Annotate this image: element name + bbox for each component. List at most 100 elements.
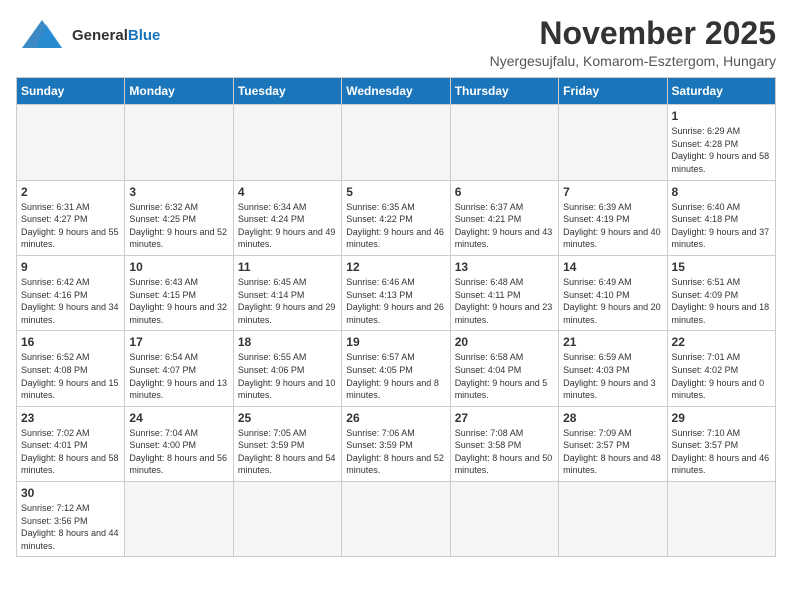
day-info: Sunrise: 7:01 AM Sunset: 4:02 PM Dayligh… [672,351,771,401]
day-cell-28: 28 Sunrise: 7:09 AM Sunset: 3:57 PM Dayl… [559,406,667,481]
header-wednesday: Wednesday [342,78,450,105]
day-number: 7 [563,185,662,199]
title-block: November 2025 Nyergesujfalu, Komarom-Esz… [490,16,776,69]
calendar-week-5: 23 Sunrise: 7:02 AM Sunset: 4:01 PM Dayl… [17,406,776,481]
day-number: 17 [129,335,228,349]
empty-cell [342,105,450,180]
day-cell-17: 17 Sunrise: 6:54 AM Sunset: 4:07 PM Dayl… [125,331,233,406]
day-info: Sunrise: 7:09 AM Sunset: 3:57 PM Dayligh… [563,427,662,477]
header-monday: Monday [125,78,233,105]
day-cell-26: 26 Sunrise: 7:06 AM Sunset: 3:59 PM Dayl… [342,406,450,481]
header-thursday: Thursday [450,78,558,105]
empty-cell [450,105,558,180]
calendar-week-3: 9 Sunrise: 6:42 AM Sunset: 4:16 PM Dayli… [17,255,776,330]
empty-cell [17,105,125,180]
calendar-week-4: 16 Sunrise: 6:52 AM Sunset: 4:08 PM Dayl… [17,331,776,406]
day-cell-3: 3 Sunrise: 6:32 AM Sunset: 4:25 PM Dayli… [125,180,233,255]
day-cell-6: 6 Sunrise: 6:37 AM Sunset: 4:21 PM Dayli… [450,180,558,255]
day-cell-2: 2 Sunrise: 6:31 AM Sunset: 4:27 PM Dayli… [17,180,125,255]
day-cell-10: 10 Sunrise: 6:43 AM Sunset: 4:15 PM Dayl… [125,255,233,330]
day-number: 1 [672,109,771,123]
page-header: GeneralBlue November 2025 Nyergesujfalu,… [16,16,776,69]
day-info: Sunrise: 6:32 AM Sunset: 4:25 PM Dayligh… [129,201,228,251]
day-number: 4 [238,185,337,199]
empty-cell [125,105,233,180]
day-info: Sunrise: 6:48 AM Sunset: 4:11 PM Dayligh… [455,276,554,326]
day-cell-8: 8 Sunrise: 6:40 AM Sunset: 4:18 PM Dayli… [667,180,775,255]
empty-cell [342,482,450,557]
day-number: 18 [238,335,337,349]
day-info: Sunrise: 7:08 AM Sunset: 3:58 PM Dayligh… [455,427,554,477]
day-info: Sunrise: 6:43 AM Sunset: 4:15 PM Dayligh… [129,276,228,326]
header-sunday: Sunday [17,78,125,105]
day-cell-19: 19 Sunrise: 6:57 AM Sunset: 4:05 PM Dayl… [342,331,450,406]
day-number: 25 [238,411,337,425]
day-info: Sunrise: 7:02 AM Sunset: 4:01 PM Dayligh… [21,427,120,477]
day-number: 23 [21,411,120,425]
logo: GeneralBlue [16,16,160,56]
day-number: 19 [346,335,445,349]
day-cell-24: 24 Sunrise: 7:04 AM Sunset: 4:00 PM Dayl… [125,406,233,481]
day-number: 6 [455,185,554,199]
empty-cell [667,482,775,557]
calendar-table: Sunday Monday Tuesday Wednesday Thursday… [16,77,776,557]
day-cell-12: 12 Sunrise: 6:46 AM Sunset: 4:13 PM Dayl… [342,255,450,330]
day-cell-21: 21 Sunrise: 6:59 AM Sunset: 4:03 PM Dayl… [559,331,667,406]
day-cell-27: 27 Sunrise: 7:08 AM Sunset: 3:58 PM Dayl… [450,406,558,481]
day-number: 21 [563,335,662,349]
day-cell-13: 13 Sunrise: 6:48 AM Sunset: 4:11 PM Dayl… [450,255,558,330]
day-cell-30: 30 Sunrise: 7:12 AM Sunset: 3:56 PM Dayl… [17,482,125,557]
day-number: 8 [672,185,771,199]
day-number: 26 [346,411,445,425]
empty-cell [233,482,341,557]
day-info: Sunrise: 6:49 AM Sunset: 4:10 PM Dayligh… [563,276,662,326]
day-number: 5 [346,185,445,199]
day-info: Sunrise: 6:58 AM Sunset: 4:04 PM Dayligh… [455,351,554,401]
day-info: Sunrise: 6:54 AM Sunset: 4:07 PM Dayligh… [129,351,228,401]
day-info: Sunrise: 6:57 AM Sunset: 4:05 PM Dayligh… [346,351,445,401]
day-info: Sunrise: 6:42 AM Sunset: 4:16 PM Dayligh… [21,276,120,326]
calendar-week-1: 1 Sunrise: 6:29 AM Sunset: 4:28 PM Dayli… [17,105,776,180]
day-number: 29 [672,411,771,425]
day-info: Sunrise: 7:06 AM Sunset: 3:59 PM Dayligh… [346,427,445,477]
day-info: Sunrise: 6:40 AM Sunset: 4:18 PM Dayligh… [672,201,771,251]
day-number: 13 [455,260,554,274]
day-number: 10 [129,260,228,274]
day-cell-7: 7 Sunrise: 6:39 AM Sunset: 4:19 PM Dayli… [559,180,667,255]
day-info: Sunrise: 6:29 AM Sunset: 4:28 PM Dayligh… [672,125,771,175]
day-cell-25: 25 Sunrise: 7:05 AM Sunset: 3:59 PM Dayl… [233,406,341,481]
day-cell-11: 11 Sunrise: 6:45 AM Sunset: 4:14 PM Dayl… [233,255,341,330]
day-info: Sunrise: 6:39 AM Sunset: 4:19 PM Dayligh… [563,201,662,251]
day-number: 15 [672,260,771,274]
header-tuesday: Tuesday [233,78,341,105]
day-info: Sunrise: 6:52 AM Sunset: 4:08 PM Dayligh… [21,351,120,401]
day-number: 3 [129,185,228,199]
day-number: 22 [672,335,771,349]
day-cell-4: 4 Sunrise: 6:34 AM Sunset: 4:24 PM Dayli… [233,180,341,255]
day-info: Sunrise: 6:35 AM Sunset: 4:22 PM Dayligh… [346,201,445,251]
day-cell-9: 9 Sunrise: 6:42 AM Sunset: 4:16 PM Dayli… [17,255,125,330]
day-number: 9 [21,260,120,274]
day-number: 11 [238,260,337,274]
day-info: Sunrise: 7:10 AM Sunset: 3:57 PM Dayligh… [672,427,771,477]
day-cell-5: 5 Sunrise: 6:35 AM Sunset: 4:22 PM Dayli… [342,180,450,255]
day-info: Sunrise: 6:46 AM Sunset: 4:13 PM Dayligh… [346,276,445,326]
header-friday: Friday [559,78,667,105]
calendar-week-2: 2 Sunrise: 6:31 AM Sunset: 4:27 PM Dayli… [17,180,776,255]
weekday-header-row: Sunday Monday Tuesday Wednesday Thursday… [17,78,776,105]
day-cell-18: 18 Sunrise: 6:55 AM Sunset: 4:06 PM Dayl… [233,331,341,406]
month-title: November 2025 [490,16,776,51]
day-cell-23: 23 Sunrise: 7:02 AM Sunset: 4:01 PM Dayl… [17,406,125,481]
day-info: Sunrise: 6:55 AM Sunset: 4:06 PM Dayligh… [238,351,337,401]
day-cell-20: 20 Sunrise: 6:58 AM Sunset: 4:04 PM Dayl… [450,331,558,406]
day-cell-1: 1 Sunrise: 6:29 AM Sunset: 4:28 PM Dayli… [667,105,775,180]
location: Nyergesujfalu, Komarom-Esztergom, Hungar… [490,53,776,69]
calendar-week-6: 30 Sunrise: 7:12 AM Sunset: 3:56 PM Dayl… [17,482,776,557]
day-info: Sunrise: 6:37 AM Sunset: 4:21 PM Dayligh… [455,201,554,251]
day-cell-16: 16 Sunrise: 6:52 AM Sunset: 4:08 PM Dayl… [17,331,125,406]
day-number: 20 [455,335,554,349]
empty-cell [125,482,233,557]
day-cell-22: 22 Sunrise: 7:01 AM Sunset: 4:02 PM Dayl… [667,331,775,406]
day-cell-29: 29 Sunrise: 7:10 AM Sunset: 3:57 PM Dayl… [667,406,775,481]
day-info: Sunrise: 6:31 AM Sunset: 4:27 PM Dayligh… [21,201,120,251]
